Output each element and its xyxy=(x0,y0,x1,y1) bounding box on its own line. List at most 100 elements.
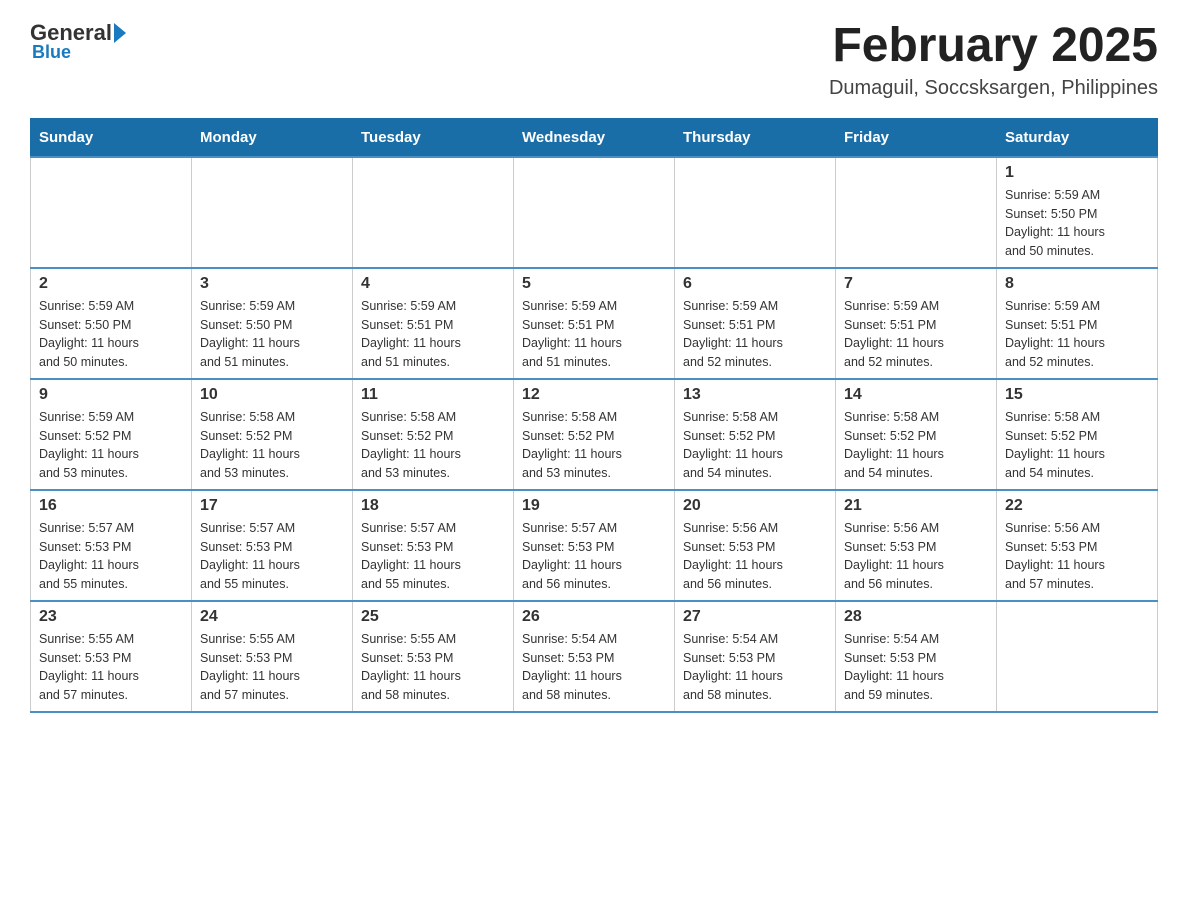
table-row: 14 Sunrise: 5:58 AMSunset: 5:52 PMDayligh… xyxy=(836,379,997,490)
table-row xyxy=(514,157,675,268)
day-info: Sunrise: 5:57 AMSunset: 5:53 PMDaylight:… xyxy=(200,519,344,594)
day-number: 17 xyxy=(200,497,344,515)
table-row xyxy=(997,601,1158,712)
table-row: 18 Sunrise: 5:57 AMSunset: 5:53 PMDayligh… xyxy=(353,490,514,601)
table-row: 12 Sunrise: 5:58 AMSunset: 5:52 PMDayligh… xyxy=(514,379,675,490)
table-row xyxy=(353,157,514,268)
calendar-table: Sunday Monday Tuesday Wednesday Thursday… xyxy=(30,118,1158,713)
day-info: Sunrise: 5:55 AMSunset: 5:53 PMDaylight:… xyxy=(39,630,183,705)
table-row: 8 Sunrise: 5:59 AMSunset: 5:51 PMDaylight… xyxy=(997,268,1158,379)
table-row: 17 Sunrise: 5:57 AMSunset: 5:53 PMDayligh… xyxy=(192,490,353,601)
page-subtitle: Dumaguil, Soccsksargen, Philippines xyxy=(829,77,1158,100)
day-number: 16 xyxy=(39,497,183,515)
table-row: 24 Sunrise: 5:55 AMSunset: 5:53 PMDayligh… xyxy=(192,601,353,712)
day-info: Sunrise: 5:59 AMSunset: 5:51 PMDaylight:… xyxy=(361,297,505,372)
day-info: Sunrise: 5:58 AMSunset: 5:52 PMDaylight:… xyxy=(1005,408,1149,483)
logo: General Blue xyxy=(30,20,126,63)
day-number: 3 xyxy=(200,275,344,293)
table-row: 26 Sunrise: 5:54 AMSunset: 5:53 PMDayligh… xyxy=(514,601,675,712)
table-row: 21 Sunrise: 5:56 AMSunset: 5:53 PMDayligh… xyxy=(836,490,997,601)
day-info: Sunrise: 5:55 AMSunset: 5:53 PMDaylight:… xyxy=(200,630,344,705)
day-number: 5 xyxy=(522,275,666,293)
table-row: 25 Sunrise: 5:55 AMSunset: 5:53 PMDayligh… xyxy=(353,601,514,712)
table-row: 2 Sunrise: 5:59 AMSunset: 5:50 PMDaylight… xyxy=(31,268,192,379)
table-row xyxy=(192,157,353,268)
day-info: Sunrise: 5:56 AMSunset: 5:53 PMDaylight:… xyxy=(844,519,988,594)
day-number: 28 xyxy=(844,608,988,626)
day-number: 12 xyxy=(522,386,666,404)
col-tuesday: Tuesday xyxy=(353,118,514,157)
table-row: 5 Sunrise: 5:59 AMSunset: 5:51 PMDaylight… xyxy=(514,268,675,379)
calendar-week-row: 23 Sunrise: 5:55 AMSunset: 5:53 PMDayligh… xyxy=(31,601,1158,712)
table-row: 19 Sunrise: 5:57 AMSunset: 5:53 PMDayligh… xyxy=(514,490,675,601)
day-number: 10 xyxy=(200,386,344,404)
table-row: 11Sunrise: 5:58 AMSunset: 5:52 PMDayligh… xyxy=(353,379,514,490)
table-row: 3Sunrise: 5:59 AMSunset: 5:50 PMDaylight… xyxy=(192,268,353,379)
col-monday: Monday xyxy=(192,118,353,157)
day-number: 2 xyxy=(39,275,183,293)
day-info: Sunrise: 5:57 AMSunset: 5:53 PMDaylight:… xyxy=(522,519,666,594)
day-number: 25 xyxy=(361,608,505,626)
calendar-week-row: 9Sunrise: 5:59 AMSunset: 5:52 PMDaylight… xyxy=(31,379,1158,490)
table-row: 4 Sunrise: 5:59 AMSunset: 5:51 PMDaylight… xyxy=(353,268,514,379)
logo-blue: Blue xyxy=(32,42,71,63)
table-row: 22 Sunrise: 5:56 AMSunset: 5:53 PMDayligh… xyxy=(997,490,1158,601)
page-title: February 2025 xyxy=(829,20,1158,73)
table-row: 9Sunrise: 5:59 AMSunset: 5:52 PMDaylight… xyxy=(31,379,192,490)
day-info: Sunrise: 5:59 AMSunset: 5:50 PMDaylight:… xyxy=(39,297,183,372)
day-info: Sunrise: 5:59 AMSunset: 5:51 PMDaylight:… xyxy=(1005,297,1149,372)
col-saturday: Saturday xyxy=(997,118,1158,157)
day-info: Sunrise: 5:59 AMSunset: 5:52 PMDaylight:… xyxy=(39,408,183,483)
day-number: 18 xyxy=(361,497,505,515)
day-info: Sunrise: 5:58 AMSunset: 5:52 PMDaylight:… xyxy=(683,408,827,483)
day-info: Sunrise: 5:59 AMSunset: 5:50 PMDaylight:… xyxy=(1005,186,1149,261)
calendar-week-row: 1Sunrise: 5:59 AMSunset: 5:50 PMDaylight… xyxy=(31,157,1158,268)
day-info: Sunrise: 5:58 AMSunset: 5:52 PMDaylight:… xyxy=(844,408,988,483)
table-row xyxy=(675,157,836,268)
day-info: Sunrise: 5:59 AMSunset: 5:51 PMDaylight:… xyxy=(844,297,988,372)
table-row: 6 Sunrise: 5:59 AMSunset: 5:51 PMDaylight… xyxy=(675,268,836,379)
day-info: Sunrise: 5:59 AMSunset: 5:51 PMDaylight:… xyxy=(683,297,827,372)
table-row: 15Sunrise: 5:58 AMSunset: 5:52 PMDayligh… xyxy=(997,379,1158,490)
table-row: 1Sunrise: 5:59 AMSunset: 5:50 PMDaylight… xyxy=(997,157,1158,268)
table-row xyxy=(31,157,192,268)
day-number: 23 xyxy=(39,608,183,626)
day-number: 4 xyxy=(361,275,505,293)
day-number: 21 xyxy=(844,497,988,515)
day-info: Sunrise: 5:56 AMSunset: 5:53 PMDaylight:… xyxy=(1005,519,1149,594)
day-number: 6 xyxy=(683,275,827,293)
table-row: 16 Sunrise: 5:57 AMSunset: 5:53 PMDayligh… xyxy=(31,490,192,601)
day-info: Sunrise: 5:54 AMSunset: 5:53 PMDaylight:… xyxy=(522,630,666,705)
title-area: February 2025 Dumaguil, Soccsksargen, Ph… xyxy=(829,20,1158,100)
table-row: 10 Sunrise: 5:58 AMSunset: 5:52 PMDayligh… xyxy=(192,379,353,490)
header: General Blue February 2025 Dumaguil, Soc… xyxy=(30,20,1158,100)
day-number: 8 xyxy=(1005,275,1149,293)
day-info: Sunrise: 5:58 AMSunset: 5:52 PMDaylight:… xyxy=(522,408,666,483)
day-number: 19 xyxy=(522,497,666,515)
day-info: Sunrise: 5:58 AMSunset: 5:52 PMDaylight:… xyxy=(200,408,344,483)
day-number: 13 xyxy=(683,386,827,404)
day-number: 14 xyxy=(844,386,988,404)
day-number: 22 xyxy=(1005,497,1149,515)
day-number: 24 xyxy=(200,608,344,626)
logo-arrow-icon xyxy=(114,23,126,43)
table-row: 20Sunrise: 5:56 AMSunset: 5:53 PMDayligh… xyxy=(675,490,836,601)
table-row: 28 Sunrise: 5:54 AMSunset: 5:53 PMDayligh… xyxy=(836,601,997,712)
table-row: 27Sunrise: 5:54 AMSunset: 5:53 PMDayligh… xyxy=(675,601,836,712)
day-info: Sunrise: 5:57 AMSunset: 5:53 PMDaylight:… xyxy=(361,519,505,594)
day-number: 11 xyxy=(361,386,505,404)
day-number: 20 xyxy=(683,497,827,515)
day-info: Sunrise: 5:54 AMSunset: 5:53 PMDaylight:… xyxy=(844,630,988,705)
day-number: 7 xyxy=(844,275,988,293)
day-info: Sunrise: 5:59 AMSunset: 5:51 PMDaylight:… xyxy=(522,297,666,372)
table-row: 23 Sunrise: 5:55 AMSunset: 5:53 PMDayligh… xyxy=(31,601,192,712)
calendar-header-row: Sunday Monday Tuesday Wednesday Thursday… xyxy=(31,118,1158,157)
day-info: Sunrise: 5:57 AMSunset: 5:53 PMDaylight:… xyxy=(39,519,183,594)
day-number: 26 xyxy=(522,608,666,626)
col-sunday: Sunday xyxy=(31,118,192,157)
day-info: Sunrise: 5:54 AMSunset: 5:53 PMDaylight:… xyxy=(683,630,827,705)
table-row: 13 Sunrise: 5:58 AMSunset: 5:52 PMDayligh… xyxy=(675,379,836,490)
day-info: Sunrise: 5:55 AMSunset: 5:53 PMDaylight:… xyxy=(361,630,505,705)
table-row: 7 Sunrise: 5:59 AMSunset: 5:51 PMDaylight… xyxy=(836,268,997,379)
table-row xyxy=(836,157,997,268)
